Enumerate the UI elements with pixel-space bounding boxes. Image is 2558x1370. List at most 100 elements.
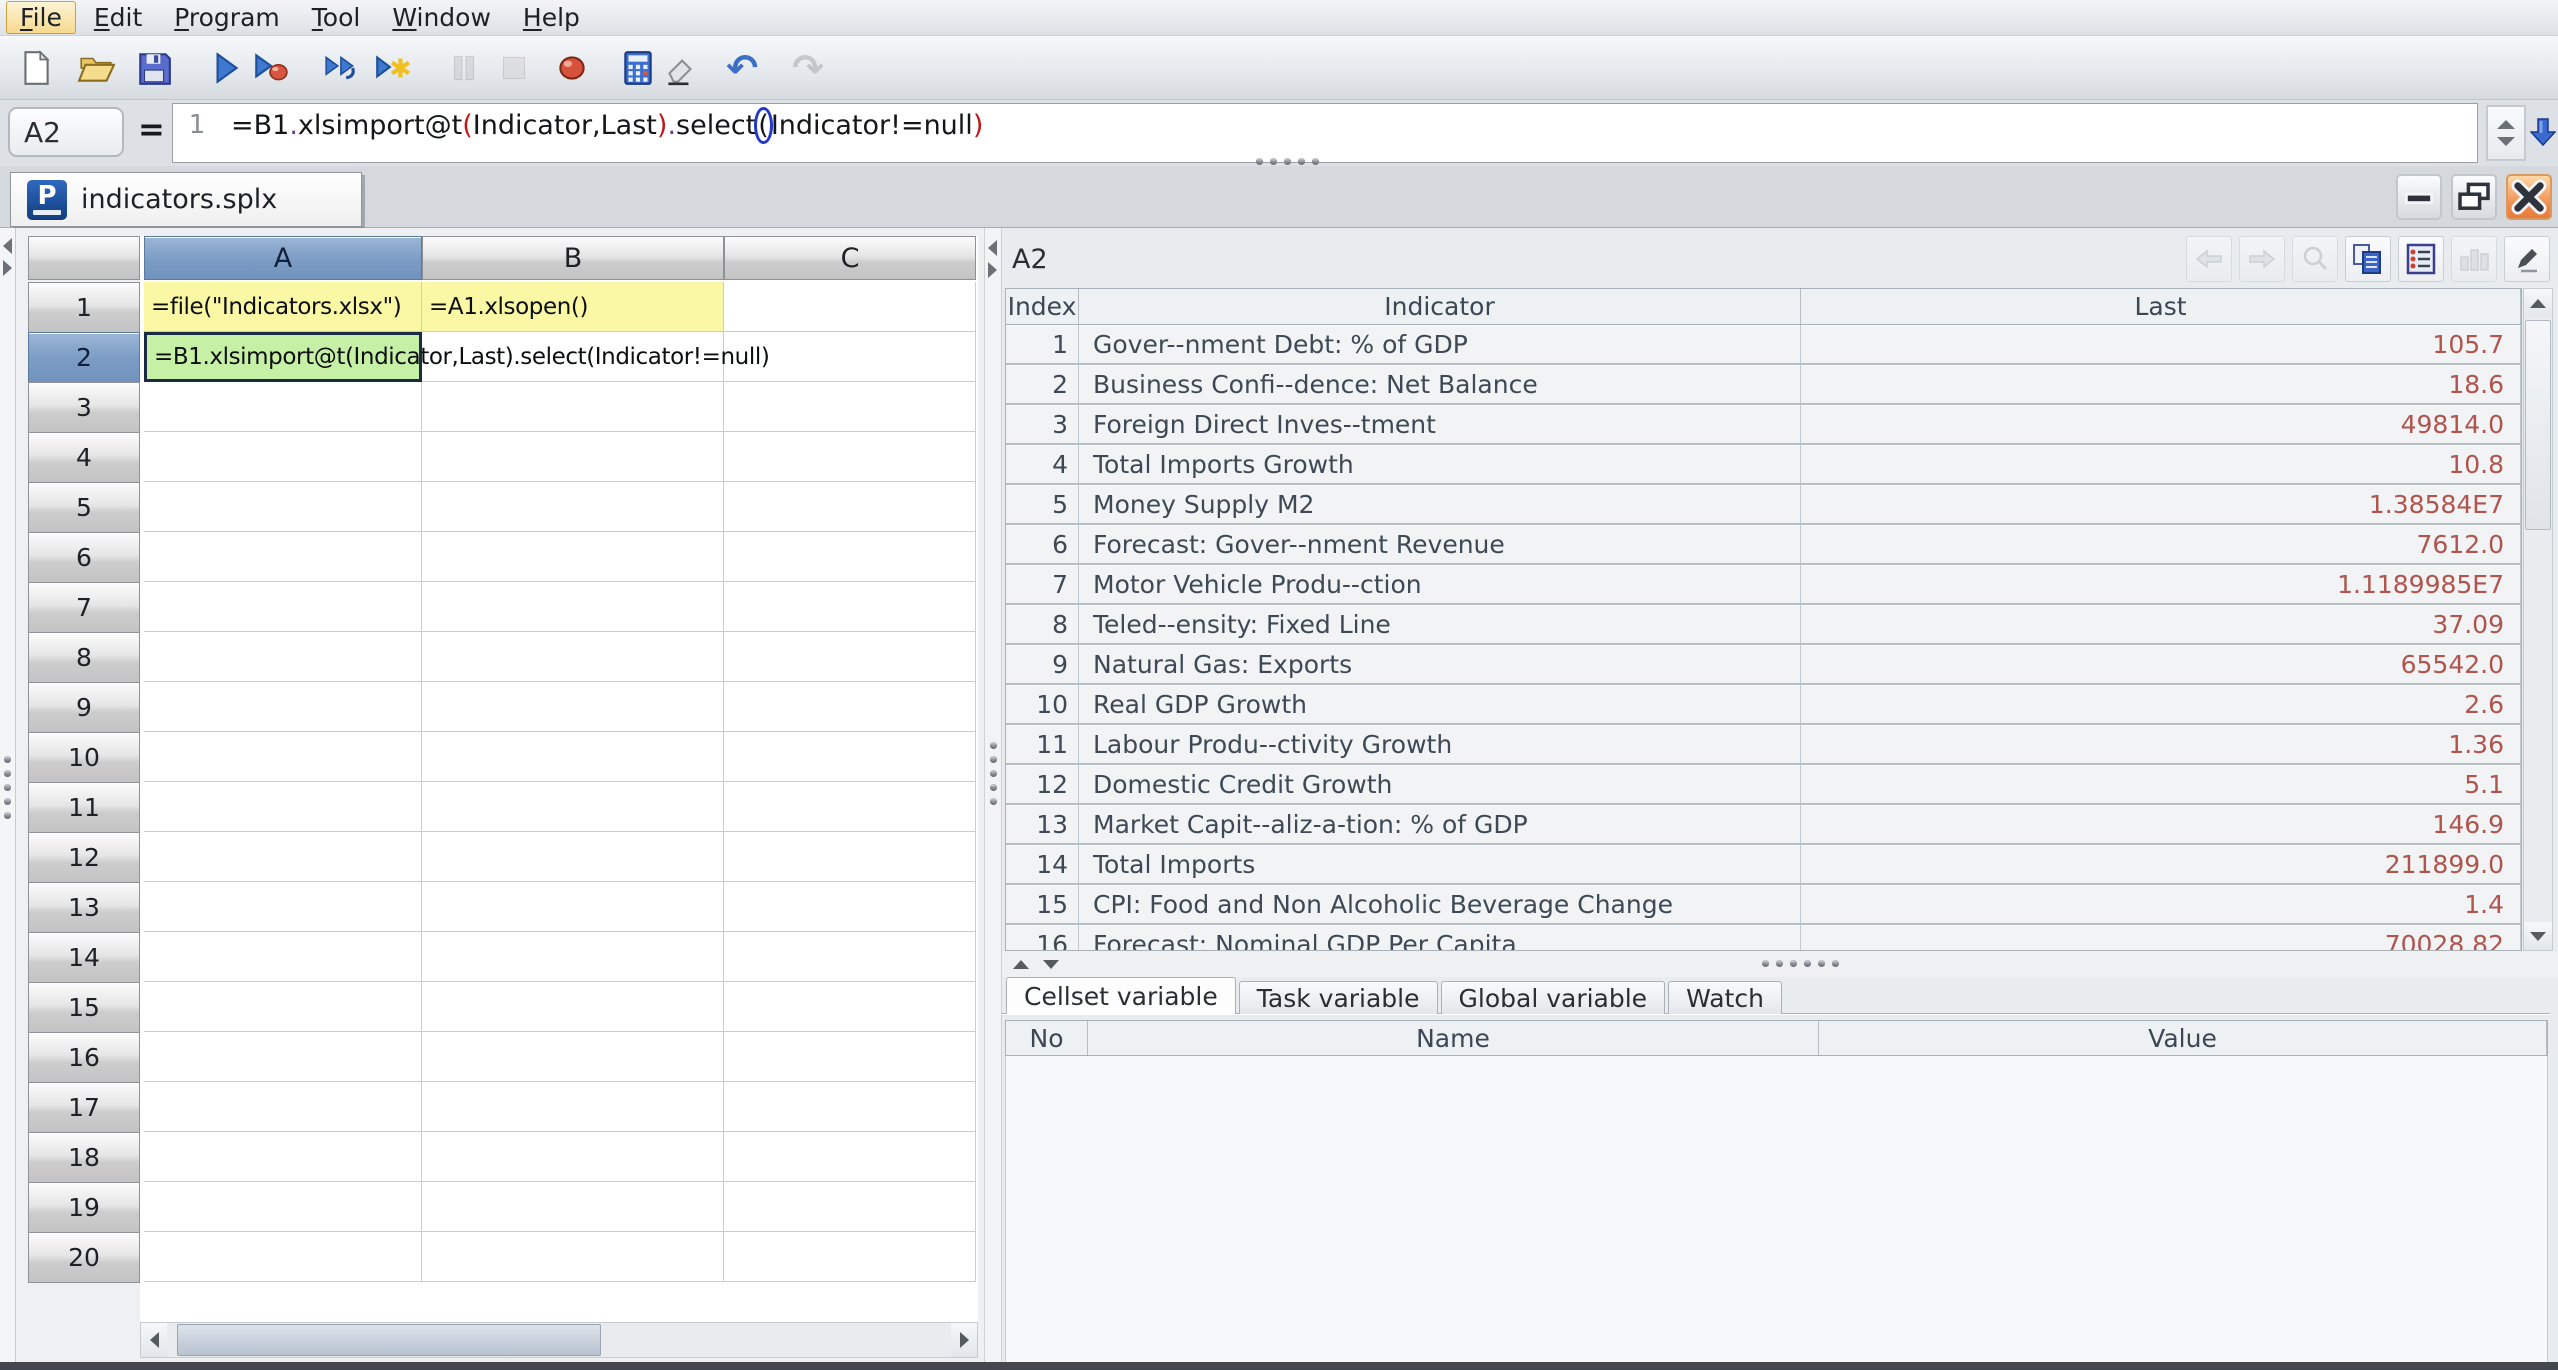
cell-a12[interactable] — [144, 832, 422, 882]
row-header-3[interactable]: 3 — [28, 382, 140, 433]
cell-c9[interactable] — [724, 682, 976, 732]
cell-c7[interactable] — [724, 582, 976, 632]
cell-a13[interactable] — [144, 882, 422, 932]
row-header-10[interactable]: 10 — [28, 732, 140, 783]
grid-corner[interactable] — [28, 236, 140, 280]
cell-c3[interactable] — [724, 382, 976, 432]
cell-a17[interactable] — [144, 1082, 422, 1132]
step-next-button[interactable] — [320, 46, 364, 90]
menu-window[interactable]: Window — [378, 1, 505, 34]
cell-a4[interactable] — [144, 432, 422, 482]
row-header-15[interactable]: 15 — [28, 982, 140, 1033]
result-header-index[interactable]: Index — [1006, 289, 1079, 324]
cell-c16[interactable] — [724, 1032, 976, 1082]
pin-edit-button[interactable] — [2504, 236, 2550, 282]
cell-c14[interactable] — [724, 932, 976, 982]
new-file-button[interactable] — [14, 46, 58, 90]
open-file-button[interactable] — [74, 46, 118, 90]
splitter-down-button[interactable] — [1040, 955, 1062, 973]
collapse-panel-left-icon[interactable] — [988, 240, 997, 256]
cell-c11[interactable] — [724, 782, 976, 832]
vertical-scroll-thumb[interactable] — [2525, 320, 2551, 530]
cell-c10[interactable] — [724, 732, 976, 782]
document-tab[interactable]: P indicators.splx — [10, 172, 362, 227]
row-header-5[interactable]: 5 — [28, 482, 140, 533]
save-file-button[interactable] — [132, 46, 176, 90]
cell-c19[interactable] — [724, 1182, 976, 1232]
tab-task-variable[interactable]: Task variable — [1238, 981, 1438, 1014]
expand-editor-button[interactable] — [2529, 108, 2557, 158]
column-header-c[interactable]: C — [724, 236, 976, 280]
cell-a2[interactable]: =B1.xlsimport@t(Indicator,Last).select(I… — [144, 332, 770, 382]
cell-c1[interactable] — [724, 282, 976, 332]
cell-b15[interactable] — [422, 982, 724, 1032]
column-header-b[interactable]: B — [422, 236, 724, 280]
variable-header-value[interactable]: Value — [1819, 1021, 2547, 1055]
cell-b6[interactable] — [422, 532, 724, 582]
row-header-7[interactable]: 7 — [28, 582, 140, 633]
calculator-button[interactable] — [616, 46, 660, 90]
cell-b4[interactable] — [422, 432, 724, 482]
cell-a18[interactable] — [144, 1132, 422, 1182]
cell-c17[interactable] — [724, 1082, 976, 1132]
menu-edit[interactable]: Edit — [80, 1, 156, 34]
cell-a11[interactable] — [144, 782, 422, 832]
cell-c8[interactable] — [724, 632, 976, 682]
cell-b16[interactable] — [422, 1032, 724, 1082]
row-header-4[interactable]: 4 — [28, 432, 140, 483]
cell-c20[interactable] — [724, 1232, 976, 1282]
cell-b18[interactable] — [422, 1132, 724, 1182]
cell-a20[interactable] — [144, 1232, 422, 1282]
run-debug-button[interactable] — [248, 46, 292, 90]
copy-data-button[interactable] — [2345, 236, 2391, 282]
menu-file[interactable]: File — [6, 1, 76, 34]
panel-splitter-handle[interactable] — [990, 742, 997, 805]
tab-watch[interactable]: Watch — [1668, 981, 1782, 1014]
cell-b1[interactable]: =A1.xlsopen() — [422, 282, 724, 332]
cell-a3[interactable] — [144, 382, 422, 432]
expand-right-icon[interactable] — [3, 260, 12, 276]
row-header-6[interactable]: 6 — [28, 532, 140, 583]
row-header-20[interactable]: 20 — [28, 1232, 140, 1283]
cell-c12[interactable] — [724, 832, 976, 882]
variable-table-body[interactable] — [1005, 1056, 2548, 1370]
variable-header-no[interactable]: No — [1006, 1021, 1088, 1055]
menu-program[interactable]: Program — [160, 1, 294, 34]
formula-editor[interactable]: 1 =B1.xlsimport@t(Indicator,Last).select… — [172, 103, 2478, 163]
panel-splitter[interactable] — [984, 228, 1002, 1362]
grid-horizontal-scrollbar[interactable] — [140, 1322, 978, 1358]
step-cursor-button[interactable] — [370, 46, 414, 90]
variable-header-name[interactable]: Name — [1088, 1021, 1819, 1055]
cell-b12[interactable] — [422, 832, 724, 882]
editor-height-spinner[interactable] — [2486, 105, 2526, 161]
cell-b19[interactable] — [422, 1182, 724, 1232]
cell-b17[interactable] — [422, 1082, 724, 1132]
row-header-18[interactable]: 18 — [28, 1132, 140, 1183]
row-header-16[interactable]: 16 — [28, 1032, 140, 1083]
scroll-down-button[interactable] — [2524, 922, 2552, 950]
cell-a10[interactable] — [144, 732, 422, 782]
cell-c6[interactable] — [724, 532, 976, 582]
cell-a14[interactable] — [144, 932, 422, 982]
cell-b3[interactable] — [422, 382, 724, 432]
row-header-1[interactable]: 1 — [28, 282, 140, 333]
cell-a9[interactable] — [144, 682, 422, 732]
cell-c18[interactable] — [724, 1132, 976, 1182]
data-options-button[interactable] — [2398, 236, 2444, 282]
cell-b14[interactable] — [422, 932, 724, 982]
row-header-13[interactable]: 13 — [28, 882, 140, 933]
cell-a6[interactable] — [144, 532, 422, 582]
cell-b9[interactable] — [422, 682, 724, 732]
cell-a19[interactable] — [144, 1182, 422, 1232]
run-button[interactable] — [204, 46, 248, 90]
tab-cellset-variable[interactable]: Cellset variable — [1006, 977, 1236, 1014]
spinner-up-icon[interactable] — [2497, 120, 2515, 129]
cell-a15[interactable] — [144, 982, 422, 1032]
cell-a5[interactable] — [144, 482, 422, 532]
spinner-down-icon[interactable] — [2497, 137, 2515, 146]
left-collapse-strip[interactable] — [0, 228, 16, 1362]
scroll-up-button[interactable] — [2524, 289, 2552, 317]
scroll-right-button[interactable] — [951, 1323, 977, 1357]
splitter-up-button[interactable] — [1010, 955, 1032, 973]
cell-b13[interactable] — [422, 882, 724, 932]
